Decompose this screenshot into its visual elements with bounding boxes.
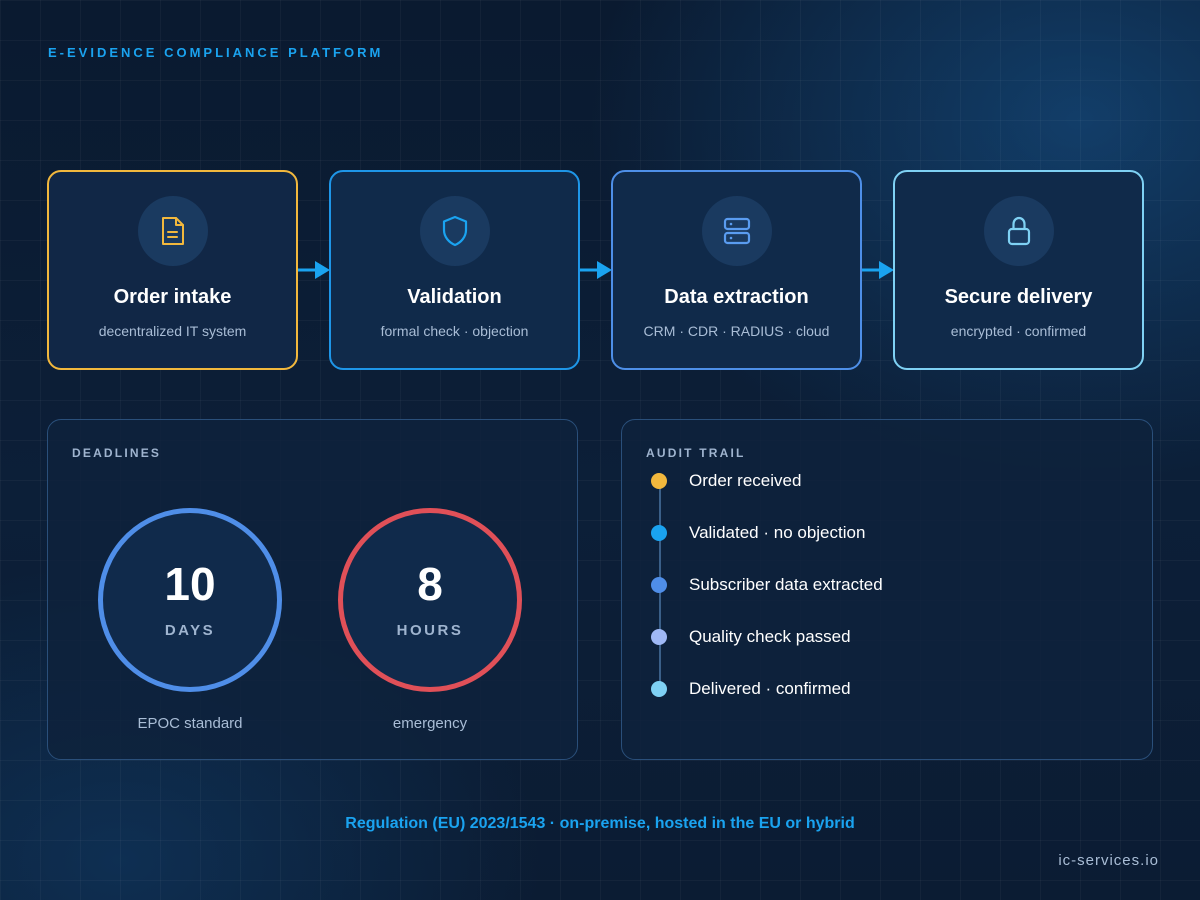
audit-trail-panel: AUDIT TRAIL Order received Validated · n… — [621, 419, 1153, 760]
step-title: Data extraction — [664, 286, 809, 308]
server-icon — [701, 196, 772, 266]
document-icon — [137, 196, 208, 266]
step-validation[interactable]: Validation formal check · objection — [329, 170, 580, 370]
deadline-unit: DAYS — [164, 622, 216, 639]
arrow-right-icon — [580, 261, 612, 279]
step-subtitle: decentralized IT system — [98, 323, 247, 339]
panel-title: DEADLINES — [72, 446, 162, 460]
deadline-dial-hours: 8 HOURS — [338, 508, 522, 692]
arrow-right-icon — [298, 261, 330, 279]
shield-icon — [419, 196, 490, 266]
brand-link[interactable]: ic-services.io — [1058, 852, 1159, 869]
audit-event: Quality check passed — [651, 627, 851, 647]
step-title: Order intake — [113, 286, 232, 308]
status-dot-icon — [651, 629, 667, 645]
deadlines-panel: DEADLINES 10 DAYS EPOC standard 8 HOURS … — [47, 419, 578, 760]
status-dot-icon — [651, 525, 667, 541]
status-dot-icon — [651, 681, 667, 697]
status-dot-icon — [651, 577, 667, 593]
deadline-unit: HOURS — [396, 622, 464, 639]
audit-event-label: Quality check passed — [689, 627, 851, 646]
platform-eyebrow: E-EVIDENCE COMPLIANCE PLATFORM — [48, 45, 384, 60]
regulation-note: Regulation (EU) 2023/1543 · on-premise, … — [345, 815, 855, 832]
audit-event: Delivered · confirmed — [651, 679, 851, 699]
audit-event-label: Subscriber data extracted — [689, 575, 883, 594]
audit-event: Subscriber data extracted — [651, 575, 883, 595]
deadline-dial-days: 10 DAYS — [98, 508, 282, 692]
step-subtitle: CRM · CDR · RADIUS · cloud — [643, 323, 830, 339]
panel-title: AUDIT TRAIL — [646, 446, 746, 460]
audit-event: Validated · no objection — [651, 523, 865, 543]
step-secure-delivery[interactable]: Secure delivery encrypted · confirmed — [893, 170, 1144, 370]
audit-event-label: Validated · no objection — [689, 523, 866, 542]
step-title: Validation — [407, 286, 502, 308]
lock-icon — [983, 196, 1054, 266]
step-subtitle: formal check · objection — [380, 323, 529, 339]
audit-event-label: Order received — [689, 471, 802, 490]
step-order-intake[interactable]: Order intake decentralized IT system — [47, 170, 298, 370]
step-subtitle: encrypted · confirmed — [950, 323, 1087, 339]
deadline-caption: EPOC standard — [137, 715, 243, 732]
step-data-extraction[interactable]: Data extraction CRM · CDR · RADIUS · clo… — [611, 170, 862, 370]
arrow-right-icon — [862, 261, 894, 279]
audit-event: Order received — [651, 471, 801, 491]
step-title: Secure delivery — [944, 286, 1093, 308]
audit-event-label: Delivered · confirmed — [689, 679, 851, 698]
deadline-value: 8 — [417, 558, 443, 610]
status-dot-icon — [651, 473, 667, 489]
deadline-caption: emergency — [392, 715, 468, 732]
deadline-value: 10 — [164, 558, 216, 610]
